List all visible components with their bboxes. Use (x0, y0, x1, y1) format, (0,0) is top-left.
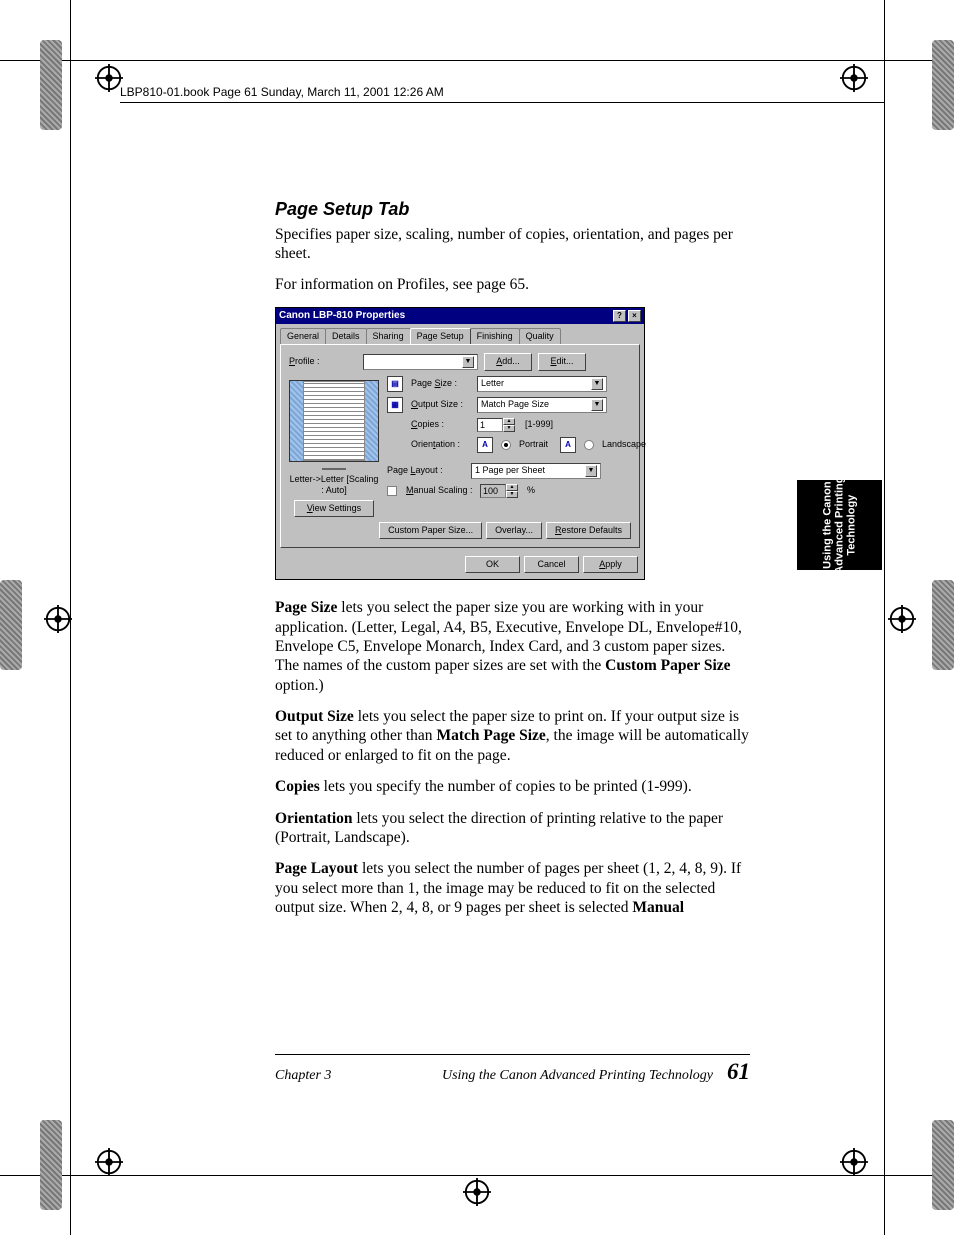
add-profile-button[interactable]: Add... (484, 353, 532, 370)
footer-chapter: Chapter 3 (275, 1068, 331, 1084)
portrait-icon: A (477, 437, 493, 453)
spinner-up-icon[interactable]: ▲ (503, 418, 515, 425)
view-settings-button[interactable]: View Settings (294, 500, 374, 517)
copies-spinner[interactable]: ▲▼ (477, 418, 515, 432)
output-size-dropdown[interactable]: Match Page Size▼ (477, 397, 607, 413)
page-size-icon: ▤ (387, 376, 403, 392)
restore-defaults-button[interactable]: Restore Defaults (546, 522, 631, 539)
page-preview: Letter->Letter [Scaling : Auto] View Set… (289, 376, 379, 516)
chevron-down-icon: ▼ (462, 356, 474, 368)
tab-panel: Profile : ▼ Add... Edit... Letter->Lette… (280, 344, 640, 548)
chevron-down-icon: ▼ (585, 465, 597, 477)
preview-status-text: Letter->Letter [Scaling : Auto] (289, 474, 379, 497)
footer-title: Using the Canon Advanced Printing Techno… (442, 1068, 713, 1083)
page-size-label: Page Size : (411, 378, 471, 389)
profile-dropdown[interactable]: ▼ (363, 354, 478, 370)
preview-paper-icon (289, 380, 379, 462)
chevron-down-icon: ▼ (591, 399, 603, 411)
output-size-icon: ▦ (387, 397, 403, 413)
landscape-label: Landscape (602, 439, 646, 450)
tab-general[interactable]: General (280, 328, 326, 344)
landscape-radio[interactable] (584, 440, 594, 450)
tab-finishing[interactable]: Finishing (470, 328, 520, 344)
cancel-button[interactable]: Cancel (524, 556, 579, 573)
manual-scaling-checkbox[interactable] (387, 486, 397, 496)
registration-mark-icon (95, 1148, 123, 1176)
scaling-unit: % (527, 485, 535, 496)
copies-paragraph: Copies lets you specify the number of co… (275, 777, 750, 796)
edit-profile-button[interactable]: Edit... (538, 353, 586, 370)
binding-edge-icon (40, 1120, 62, 1210)
registration-mark-icon (840, 1148, 868, 1176)
close-button[interactable]: × (628, 310, 641, 322)
output-size-label: Output Size : (411, 399, 471, 410)
orientation-label: Orientation : (411, 439, 471, 450)
chapter-thumb-tab: Using the Canon Advanced Printing Techno… (797, 480, 882, 570)
custom-paper-size-button[interactable]: Custom Paper Size... (379, 522, 482, 539)
binding-edge-icon (932, 40, 954, 130)
binding-edge-icon (932, 580, 954, 670)
manual-scaling-label: Manual Scaling : (406, 485, 474, 496)
page-size-dropdown[interactable]: Letter▼ (477, 376, 607, 392)
apply-button[interactable]: Apply (583, 556, 638, 573)
profile-label: Profile : (289, 356, 357, 367)
registration-mark-icon (44, 605, 72, 633)
registration-mark-icon (95, 64, 123, 92)
binding-edge-icon (0, 580, 22, 670)
main-content: Page Setup Tab Specifies paper size, sca… (275, 198, 750, 929)
profiles-reference: For information on Profiles, see page 65… (275, 275, 750, 294)
chevron-down-icon: ▼ (591, 378, 603, 390)
manual-scaling-spinner[interactable]: ▲▼ (480, 484, 518, 498)
page-layout-dropdown[interactable]: 1 Page per Sheet▼ (471, 463, 601, 479)
properties-dialog: Canon LBP-810 Properties ? × General Det… (275, 307, 645, 581)
manual-scaling-input[interactable] (480, 484, 506, 498)
intro-paragraph: Specifies paper size, scaling, number of… (275, 225, 750, 264)
orientation-paragraph: Orientation lets you select the directio… (275, 809, 750, 848)
page-layout-paragraph: Page Layout lets you select the number o… (275, 859, 750, 917)
tab-strip: General Details Sharing Page Setup Finis… (276, 324, 644, 344)
tab-page-setup[interactable]: Page Setup (410, 328, 471, 344)
dialog-titlebar: Canon LBP-810 Properties ? × (276, 308, 644, 325)
copies-range: [1-999] (525, 419, 553, 430)
tab-sharing[interactable]: Sharing (366, 328, 411, 344)
portrait-radio[interactable] (501, 440, 511, 450)
page-number: 61 (727, 1059, 750, 1084)
page-footer: Chapter 3 Using the Canon Advanced Print… (275, 1054, 750, 1085)
page-header: LBP810-01.book Page 61 Sunday, March 11,… (120, 85, 884, 103)
header-text: LBP810-01.book Page 61 Sunday, March 11,… (120, 85, 444, 99)
dialog-title: Canon LBP-810 Properties (279, 310, 405, 323)
binding-edge-icon (932, 1120, 954, 1210)
crop-line-right (884, 0, 885, 1235)
section-heading: Page Setup Tab (275, 198, 750, 221)
ok-button[interactable]: OK (465, 556, 520, 573)
registration-mark-icon (463, 1178, 491, 1206)
chapter-thumb-label: Using the Canon Advanced Printing Techno… (821, 476, 857, 573)
page-layout-label: Page Layout : (387, 465, 465, 476)
portrait-label: Portrait (519, 439, 548, 450)
output-size-paragraph: Output Size lets you select the paper si… (275, 707, 750, 765)
binding-edge-icon (40, 40, 62, 130)
tab-quality[interactable]: Quality (519, 328, 561, 344)
registration-mark-icon (888, 605, 916, 633)
copies-label: Copies : (411, 419, 471, 430)
help-button[interactable]: ? (613, 310, 626, 322)
landscape-icon: A (560, 437, 576, 453)
spinner-up-icon[interactable]: ▲ (506, 484, 518, 491)
printer-icon (322, 468, 346, 470)
overlay-button[interactable]: Overlay... (486, 522, 542, 539)
tab-details[interactable]: Details (325, 328, 367, 344)
copies-input[interactable] (477, 418, 503, 432)
crop-line-top (0, 60, 954, 61)
crop-line-bottom (0, 1175, 954, 1176)
spinner-down-icon[interactable]: ▼ (503, 425, 515, 432)
page-size-paragraph: Page Size lets you select the paper size… (275, 598, 750, 695)
spinner-down-icon[interactable]: ▼ (506, 491, 518, 498)
